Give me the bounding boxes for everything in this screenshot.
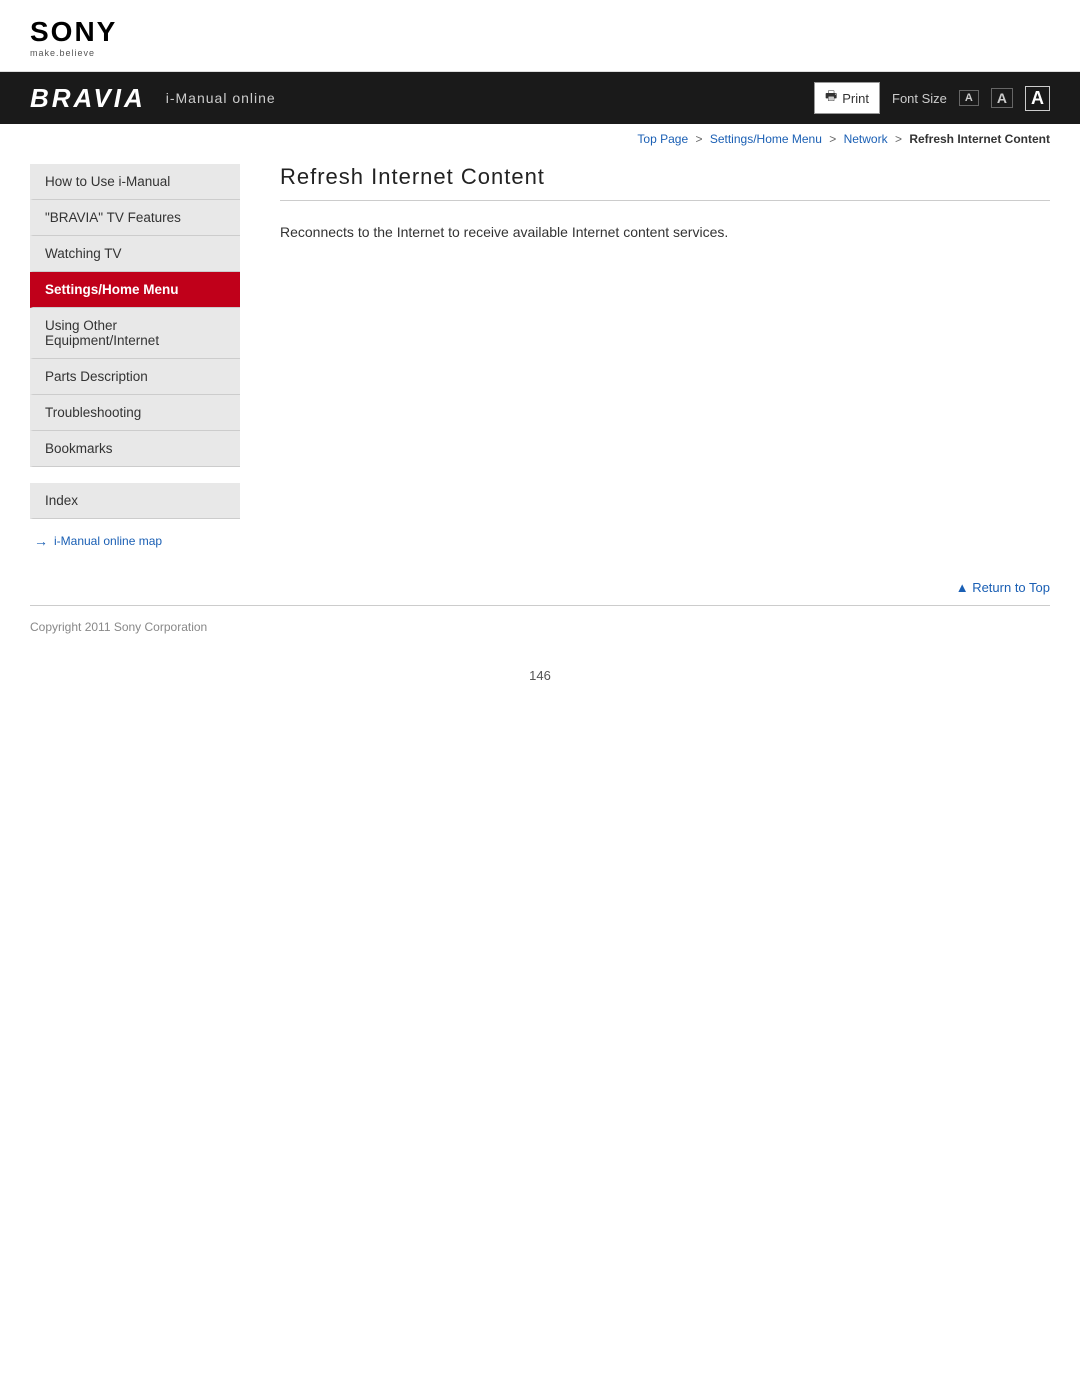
print-button[interactable]: 🖶 Print xyxy=(814,82,880,114)
sidebar-item-troubleshooting[interactable]: Troubleshooting xyxy=(30,395,240,431)
return-top-area: ▲ Return to Top xyxy=(0,559,1080,605)
sidebar-gap xyxy=(30,467,240,483)
sidebar-label-using-other: Using Other Equipment/Internet xyxy=(45,318,159,348)
breadcrumb-network[interactable]: Network xyxy=(844,132,888,146)
page-number: 146 xyxy=(0,648,1080,703)
sidebar-item-bravia-tv[interactable]: "BRAVIA" TV Features xyxy=(30,200,240,236)
copyright-text: Copyright 2011 Sony Corporation xyxy=(30,620,207,634)
bravia-logo: BRAVIA xyxy=(30,83,146,114)
page-title: Refresh Internet Content xyxy=(280,164,1050,201)
breadcrumb-top-page[interactable]: Top Page xyxy=(637,132,688,146)
sidebar-label-parts-desc: Parts Description xyxy=(45,369,148,384)
main-layout: How to Use i-Manual "BRAVIA" TV Features… xyxy=(0,154,1080,559)
return-to-top-link[interactable]: ▲ Return to Top xyxy=(956,580,1050,595)
sidebar-item-parts-desc[interactable]: Parts Description xyxy=(30,359,240,395)
breadcrumb-sep3: > xyxy=(895,132,902,146)
sidebar-label-watching-tv: Watching TV xyxy=(45,246,122,261)
breadcrumb: Top Page > Settings/Home Menu > Network … xyxy=(0,124,1080,154)
sony-brand-text: SONY xyxy=(30,18,117,46)
font-small-button[interactable]: A xyxy=(959,90,979,106)
content-body: Reconnects to the Internet to receive av… xyxy=(280,221,1050,243)
sidebar: How to Use i-Manual "BRAVIA" TV Features… xyxy=(30,164,240,549)
breadcrumb-sep2: > xyxy=(829,132,836,146)
sony-logo: SONY make.believe xyxy=(30,18,117,58)
arrow-right-icon: → xyxy=(34,533,48,549)
sidebar-item-using-other[interactable]: Using Other Equipment/Internet xyxy=(30,308,240,359)
bravia-subtitle: i-Manual online xyxy=(166,90,276,106)
print-icon: 🖶 xyxy=(825,87,837,109)
sidebar-item-watching-tv[interactable]: Watching TV xyxy=(30,236,240,272)
return-top-label: Return to Top xyxy=(972,580,1050,595)
font-medium-button[interactable]: A xyxy=(991,88,1013,108)
sony-tagline: make.believe xyxy=(30,48,117,58)
sidebar-item-bookmarks[interactable]: Bookmarks xyxy=(30,431,240,467)
bravia-left: BRAVIA i-Manual online xyxy=(30,83,276,114)
bravia-bar: BRAVIA i-Manual online 🖶 Print Font Size… xyxy=(0,72,1080,124)
breadcrumb-settings[interactable]: Settings/Home Menu xyxy=(710,132,822,146)
sidebar-map-link[interactable]: → i-Manual online map xyxy=(30,533,240,549)
sidebar-label-how-to-use: How to Use i-Manual xyxy=(45,174,170,189)
sidebar-item-settings-home[interactable]: Settings/Home Menu xyxy=(30,272,240,308)
sidebar-label-bookmarks: Bookmarks xyxy=(45,441,113,456)
triangle-up-icon: ▲ xyxy=(956,580,969,595)
footer: Copyright 2011 Sony Corporation xyxy=(0,606,1080,648)
top-bar: SONY make.believe xyxy=(0,0,1080,72)
font-size-label: Font Size xyxy=(892,91,947,106)
bravia-right: 🖶 Print Font Size A A A xyxy=(814,82,1050,114)
content-area: Refresh Internet Content Reconnects to t… xyxy=(270,164,1050,549)
sidebar-map-label: i-Manual online map xyxy=(54,534,162,548)
sidebar-label-bravia-tv: "BRAVIA" TV Features xyxy=(45,210,181,225)
sidebar-label-index: Index xyxy=(45,493,78,508)
breadcrumb-sep1: > xyxy=(695,132,702,146)
breadcrumb-current: Refresh Internet Content xyxy=(909,132,1050,146)
print-label: Print xyxy=(842,91,869,106)
sidebar-item-how-to-use[interactable]: How to Use i-Manual xyxy=(30,164,240,200)
sidebar-item-index[interactable]: Index xyxy=(30,483,240,519)
sidebar-label-settings-home: Settings/Home Menu xyxy=(45,282,179,297)
sidebar-label-troubleshooting: Troubleshooting xyxy=(45,405,141,420)
font-large-button[interactable]: A xyxy=(1025,86,1050,111)
